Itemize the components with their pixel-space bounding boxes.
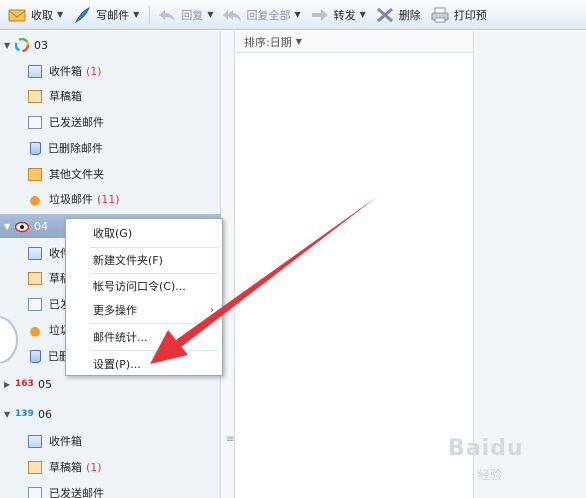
menu-item-settings[interactable]: 设置(P)... [66, 353, 222, 375]
weibo-eye-logo-icon [14, 219, 30, 233]
folder-spam[interactable]: 垃圾邮件 (11) [28, 188, 120, 210]
menu-divider [90, 323, 218, 324]
folder-inbox[interactable]: 收件箱 (1) [28, 60, 102, 82]
netease-163-logo-icon: 163 [15, 379, 34, 389]
chevron-down-icon[interactable]: ▼ [360, 10, 366, 19]
chevron-down-icon[interactable]: ▼ [133, 10, 139, 19]
forward-arrow-icon [311, 7, 329, 23]
forward-button[interactable]: 转发 ▼ [311, 0, 376, 30]
forward-label: 转发 [333, 8, 356, 22]
unread-count: (1) [86, 460, 102, 474]
drafts-icon [28, 460, 42, 474]
folder-label: 草稿箱 [49, 461, 82, 474]
expand-triangle-icon[interactable]: ▼ [4, 41, 15, 50]
folder-label: 收件箱 [49, 435, 82, 448]
inbox-icon [28, 64, 42, 78]
folder-label: 已删除邮件 [48, 142, 103, 155]
sent-mail-icon [28, 486, 42, 498]
chevron-right-icon: › [210, 304, 214, 316]
reply-label: 回复 [181, 8, 204, 22]
folder-sent[interactable]: 已发送邮件 [28, 111, 104, 133]
folder-icon [28, 167, 42, 181]
menu-divider [90, 350, 218, 351]
reply-all-button[interactable]: 回复全部 ▼ [223, 0, 310, 30]
drafts-icon [28, 271, 42, 285]
compose-button[interactable]: 写邮件 ▼ [73, 0, 149, 30]
reply-all-arrow-icon [223, 7, 242, 23]
unread-count: (11) [97, 192, 120, 206]
folder-label: 垃圾邮件 [49, 193, 93, 206]
feather-pen-icon [73, 6, 91, 23]
collapsed-triangle-icon[interactable]: ▶ [4, 380, 15, 389]
menu-item-account-password[interactable]: 帐号访问口令(C)... [66, 275, 222, 297]
unread-count: (1) [86, 64, 102, 78]
chevron-down-icon[interactable]: ▼ [57, 10, 63, 19]
chevron-down-icon[interactable]: ▼ [207, 10, 213, 19]
folder-deleted[interactable]: 已删除邮件 [28, 137, 103, 159]
folder-label: 已发送邮件 [49, 487, 104, 498]
expand-triangle-icon[interactable]: ▼ [4, 410, 15, 419]
menu-divider [90, 273, 218, 274]
printer-icon [431, 7, 449, 23]
folder-label: 草稿箱 [49, 90, 82, 103]
toolbar: 收取 ▼ 写邮件 ▼ 回复 ▼ 回复全部 ▼ 转发 ▼ 删除 打印预 [0, 0, 586, 30]
folder-label: 已发送邮件 [49, 116, 104, 129]
sort-label: 排序:日期 [244, 35, 292, 49]
receive-label: 收取 [31, 8, 53, 22]
folder-deleted[interactable]: 已删 [28, 345, 70, 367]
print-button[interactable]: 打印预 [431, 0, 497, 30]
folder-other[interactable]: 其他文件夹 [28, 163, 104, 185]
menu-item-mail-stats[interactable]: 邮件统计... [66, 326, 222, 348]
toolbar-divider [149, 5, 151, 24]
menu-item-more-actions[interactable]: 更多操作 › [66, 299, 222, 321]
inbox-icon [28, 246, 42, 260]
delete-label: 删除 [398, 8, 421, 22]
receive-button[interactable]: 收取 ▼ [8, 0, 73, 30]
account-03[interactable]: ▼ 03 [0, 33, 221, 57]
folder-inbox[interactable]: 收件箱 [28, 430, 82, 452]
folder-drafts[interactable]: 草稿箱 [28, 85, 82, 107]
chevron-down-icon[interactable]: ▼ [296, 37, 302, 46]
chevron-down-icon[interactable]: ▼ [294, 10, 300, 19]
folder-label: 其他文件夹 [49, 168, 104, 181]
menu-item-label: 更多操作 [93, 304, 137, 317]
delete-button[interactable]: 删除 [376, 0, 431, 30]
account-name: 06 [38, 407, 52, 421]
colorful-circle-logo-icon [14, 37, 30, 53]
sort-bar[interactable]: 排序:日期 ▼ [236, 31, 473, 53]
envelope-icon [8, 7, 26, 23]
drafts-icon [28, 89, 42, 103]
compose-label: 写邮件 [96, 8, 130, 22]
mail-139-logo-icon: 139 [15, 409, 34, 419]
print-label: 打印预 [453, 8, 487, 22]
flame-icon [28, 323, 42, 337]
trash-icon [30, 349, 41, 363]
expand-triangle-icon[interactable]: ▼ [4, 222, 15, 231]
reading-pane [475, 31, 586, 498]
sent-mail-icon [28, 115, 42, 129]
reply-arrow-icon [158, 7, 176, 23]
sent-mail-icon [28, 297, 42, 311]
context-menu: 收取(G) 新建文件夹(F) 帐号访问口令(C)... 更多操作 › 邮件统计.… [65, 218, 223, 376]
reply-button[interactable]: 回复 ▼ [158, 0, 223, 30]
account-name: 03 [34, 38, 48, 52]
reply-all-label: 回复全部 [246, 8, 291, 22]
account-06[interactable]: ▼ 139 06 [0, 402, 221, 426]
account-name: 04 [34, 219, 48, 233]
folder-label: 收件箱 [49, 65, 82, 78]
menu-item-new-folder[interactable]: 新建文件夹(F) [66, 249, 222, 271]
delete-x-icon [376, 7, 394, 23]
message-list[interactable]: 排序:日期 ▼ [236, 31, 474, 498]
inbox-icon [28, 434, 42, 448]
folder-sent[interactable]: 已发送邮件 [28, 482, 104, 498]
menu-item-receive[interactable]: 收取(G) [66, 222, 222, 244]
menu-divider [90, 247, 218, 248]
account-name: 05 [38, 377, 52, 391]
folder-drafts[interactable]: 草稿箱 (1) [28, 456, 102, 478]
flame-icon [28, 192, 42, 206]
splitter-grip-icon[interactable]: ≡ [226, 434, 234, 445]
pane-splitter[interactable] [222, 31, 235, 498]
trash-icon [30, 141, 41, 155]
